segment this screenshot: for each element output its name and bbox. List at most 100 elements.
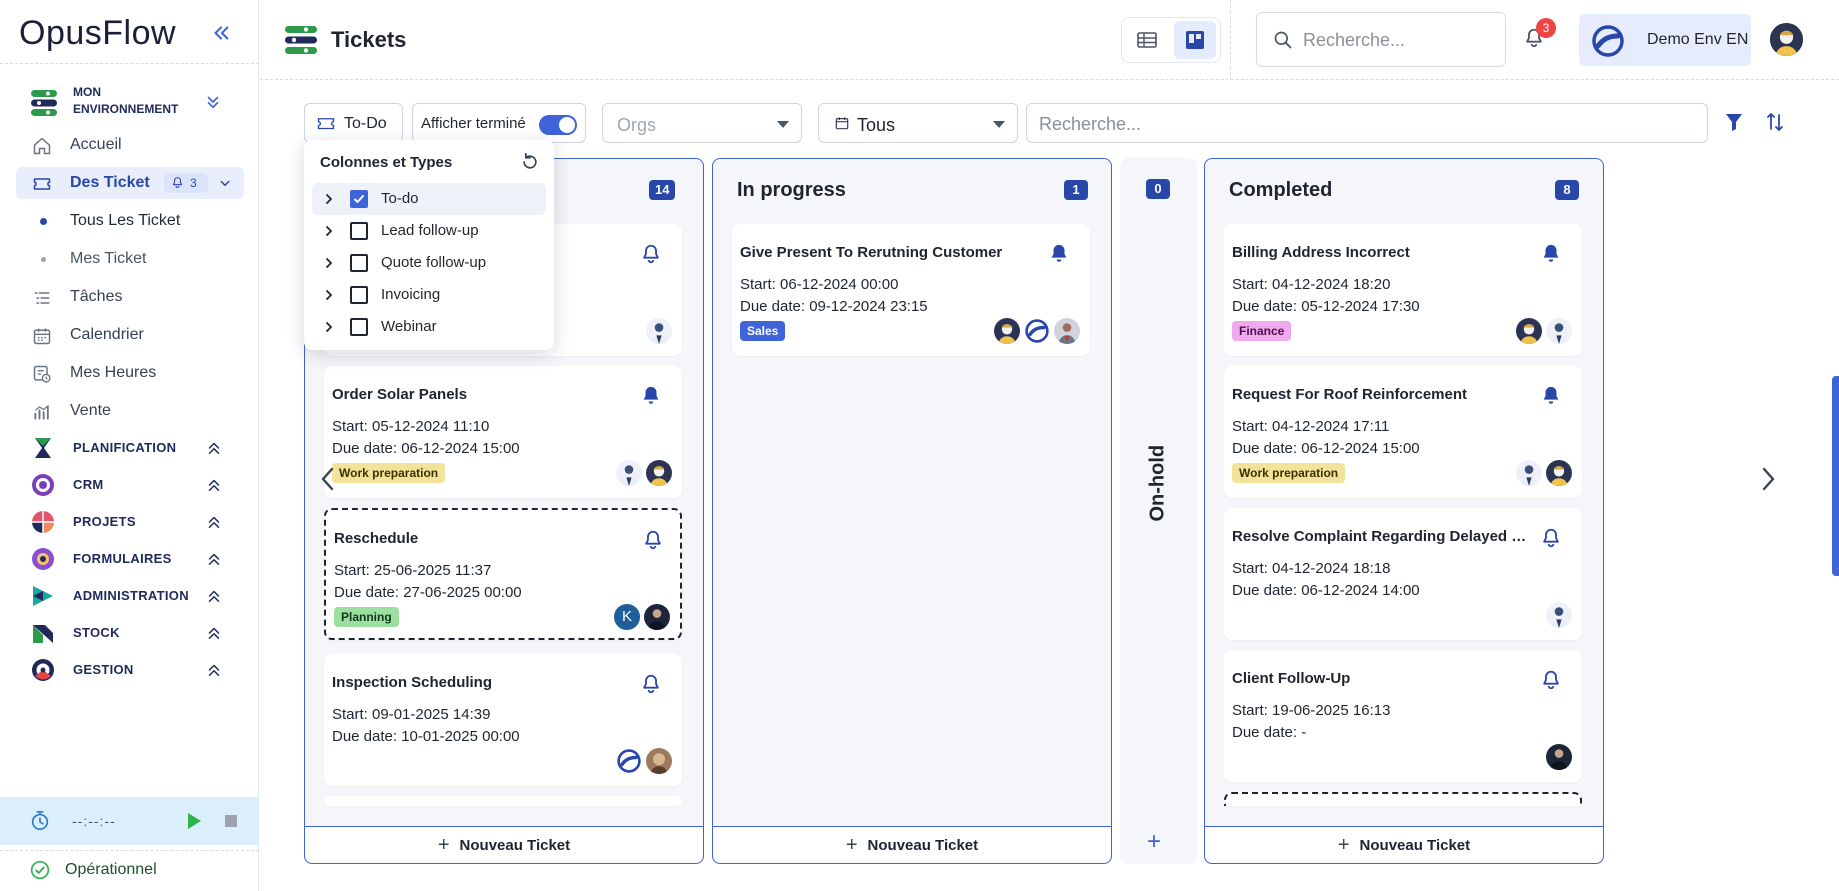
section-gestion[interactable]: GESTION bbox=[31, 656, 231, 684]
show-completed-toggle[interactable]: Afficher terminé bbox=[412, 103, 586, 143]
ticket-card-selected[interactable]: Reschedule Start: 25-06-2025 11:37 Due d… bbox=[324, 508, 682, 640]
assignee-avatar[interactable]: K bbox=[612, 602, 642, 632]
period-select[interactable]: Tous bbox=[818, 103, 1018, 143]
double-chevron-up-icon[interactable] bbox=[205, 439, 223, 457]
assignee-avatar[interactable] bbox=[1544, 458, 1574, 488]
opusflow-logo[interactable]: OpusFlow bbox=[19, 14, 176, 53]
board-search[interactable] bbox=[1026, 103, 1708, 143]
bell-icon[interactable] bbox=[1540, 242, 1562, 266]
assignee-avatar[interactable] bbox=[1514, 458, 1544, 488]
bell-icon[interactable] bbox=[640, 384, 662, 408]
assignee-avatar[interactable] bbox=[614, 746, 644, 776]
dropdown-option-quote-follow-up[interactable]: Quote follow-up bbox=[312, 247, 546, 279]
section-administration[interactable]: ADMINISTRATION bbox=[31, 582, 231, 610]
new-ticket-button[interactable]: + Nouveau Ticket bbox=[713, 826, 1111, 863]
ticket-card[interactable]: Billing Address Incorrect Start: 04-12-2… bbox=[1224, 224, 1582, 356]
ticket-card[interactable]: Give Present To Rerutning Customer Start… bbox=[732, 224, 1090, 356]
chevron-right-icon[interactable] bbox=[322, 320, 336, 334]
scroll-left-arrow-icon[interactable] bbox=[318, 465, 338, 493]
bell-icon[interactable] bbox=[1540, 384, 1562, 408]
show-completed-switch[interactable] bbox=[539, 115, 577, 135]
notifications-button[interactable]: 3 bbox=[1523, 18, 1556, 54]
assignee-avatar[interactable] bbox=[644, 316, 674, 346]
assignee-avatar[interactable] bbox=[1544, 316, 1574, 346]
board-view-button[interactable] bbox=[1174, 21, 1216, 59]
assignee-avatar[interactable] bbox=[1022, 316, 1052, 346]
global-search-input[interactable] bbox=[1303, 27, 1493, 53]
sidebar-item-taches[interactable]: Tâches bbox=[16, 281, 244, 313]
assignee-avatar[interactable] bbox=[1052, 316, 1082, 346]
dropdown-option-lead-follow-up[interactable]: Lead follow-up bbox=[312, 215, 546, 247]
checkbox[interactable] bbox=[350, 286, 368, 304]
sidebar-item-vente[interactable]: Vente bbox=[16, 395, 244, 427]
section-formulaires[interactable]: FORMULAIRES bbox=[31, 545, 231, 573]
ticket-card[interactable]: Order Solar Panels Start: 05-12-2024 11:… bbox=[324, 366, 682, 498]
assignee-avatar[interactable] bbox=[614, 458, 644, 488]
side-panel-handle[interactable] bbox=[1832, 376, 1839, 576]
ticket-card[interactable]: Resolve Complaint Regarding Delayed Serv… bbox=[1224, 508, 1582, 640]
sidebar-item-accueil[interactable]: Accueil bbox=[16, 129, 244, 161]
reset-icon[interactable] bbox=[520, 152, 540, 172]
new-ticket-button[interactable]: + Nouveau Ticket bbox=[1205, 826, 1603, 863]
orgs-select[interactable]: Orgs bbox=[602, 103, 802, 143]
assignee-avatar[interactable] bbox=[644, 458, 674, 488]
section-projets[interactable]: PROJETS bbox=[31, 508, 231, 536]
checkbox[interactable] bbox=[350, 222, 368, 240]
sidebar-item-mes-heures[interactable]: Mes Heures bbox=[16, 357, 244, 389]
checkbox[interactable] bbox=[350, 318, 368, 336]
assignee-avatar[interactable] bbox=[644, 746, 674, 776]
bell-outline-icon[interactable] bbox=[640, 672, 662, 696]
assignee-avatar[interactable] bbox=[992, 316, 1022, 346]
filter-icon[interactable] bbox=[1725, 112, 1743, 132]
chevron-right-icon[interactable] bbox=[322, 224, 336, 238]
bell-outline-icon[interactable] bbox=[1540, 668, 1562, 692]
ticket-card[interactable]: Inspection Scheduling Start: 09-01-2025 … bbox=[324, 654, 682, 786]
stop-icon[interactable] bbox=[225, 815, 237, 827]
board-search-input[interactable] bbox=[1039, 112, 1679, 136]
double-chevron-up-icon[interactable] bbox=[205, 513, 223, 531]
double-chevron-down-icon[interactable] bbox=[204, 93, 222, 111]
checkbox-checked[interactable] bbox=[350, 190, 368, 208]
environment-selector[interactable]: MON ENVIRONNEMENT bbox=[31, 82, 231, 124]
ticket-card[interactable]: Request For Roof Reinforcement Start: 04… bbox=[1224, 366, 1582, 498]
global-search[interactable] bbox=[1256, 12, 1506, 67]
double-chevron-up-icon[interactable] bbox=[205, 550, 223, 568]
ticket-type-filter[interactable]: To-Do bbox=[304, 103, 403, 143]
dropdown-option-webinar[interactable]: Webinar bbox=[312, 311, 546, 343]
new-ticket-button[interactable]: + Nouveau Ticket bbox=[305, 826, 703, 863]
double-chevron-up-icon[interactable] bbox=[205, 476, 223, 494]
double-chevron-up-icon[interactable] bbox=[205, 587, 223, 605]
assignee-avatar[interactable] bbox=[1544, 742, 1574, 772]
bell-outline-icon[interactable] bbox=[642, 528, 664, 552]
section-crm[interactable]: CRM bbox=[31, 471, 231, 499]
section-stock[interactable]: STOCK bbox=[31, 619, 231, 647]
collapse-sidebar-icon[interactable] bbox=[210, 22, 232, 44]
play-icon[interactable] bbox=[186, 812, 202, 830]
chevron-right-icon[interactable] bbox=[322, 192, 336, 206]
dropdown-option-to-do[interactable]: To-do bbox=[312, 183, 546, 215]
sort-icon[interactable] bbox=[1766, 112, 1784, 132]
bell-outline-icon[interactable] bbox=[640, 242, 662, 266]
add-ticket-plus-icon[interactable]: + bbox=[1147, 828, 1161, 856]
checkbox[interactable] bbox=[350, 254, 368, 272]
ticket-card[interactable]: Client Follow-Up Start: 19-06-2025 16:13… bbox=[1224, 650, 1582, 782]
section-planification[interactable]: PLANIFICATION bbox=[31, 434, 231, 462]
bell-icon[interactable] bbox=[1048, 242, 1070, 266]
sidebar-item-calendrier[interactable]: Calendrier bbox=[16, 319, 244, 351]
sidebar-item-des-ticket[interactable]: Des Ticket 3 bbox=[16, 167, 244, 199]
environment-switcher[interactable]: Demo Env EN bbox=[1579, 14, 1751, 66]
chevron-right-icon[interactable] bbox=[322, 288, 336, 302]
bell-outline-icon[interactable] bbox=[1540, 526, 1562, 550]
table-view-button[interactable] bbox=[1126, 21, 1168, 59]
column-on-hold[interactable]: 0 On-hold + bbox=[1120, 158, 1197, 864]
scroll-right-arrow-icon[interactable] bbox=[1758, 465, 1778, 493]
user-avatar[interactable] bbox=[1770, 23, 1803, 56]
double-chevron-up-icon[interactable] bbox=[205, 624, 223, 642]
chevron-down-icon[interactable] bbox=[216, 174, 234, 192]
chevron-right-icon[interactable] bbox=[322, 256, 336, 270]
assignee-avatar[interactable] bbox=[1514, 316, 1544, 346]
assignee-avatar[interactable] bbox=[642, 602, 672, 632]
double-chevron-up-icon[interactable] bbox=[205, 661, 223, 679]
assignee-avatar[interactable] bbox=[1544, 600, 1574, 630]
dropdown-option-invoicing[interactable]: Invoicing bbox=[312, 279, 546, 311]
